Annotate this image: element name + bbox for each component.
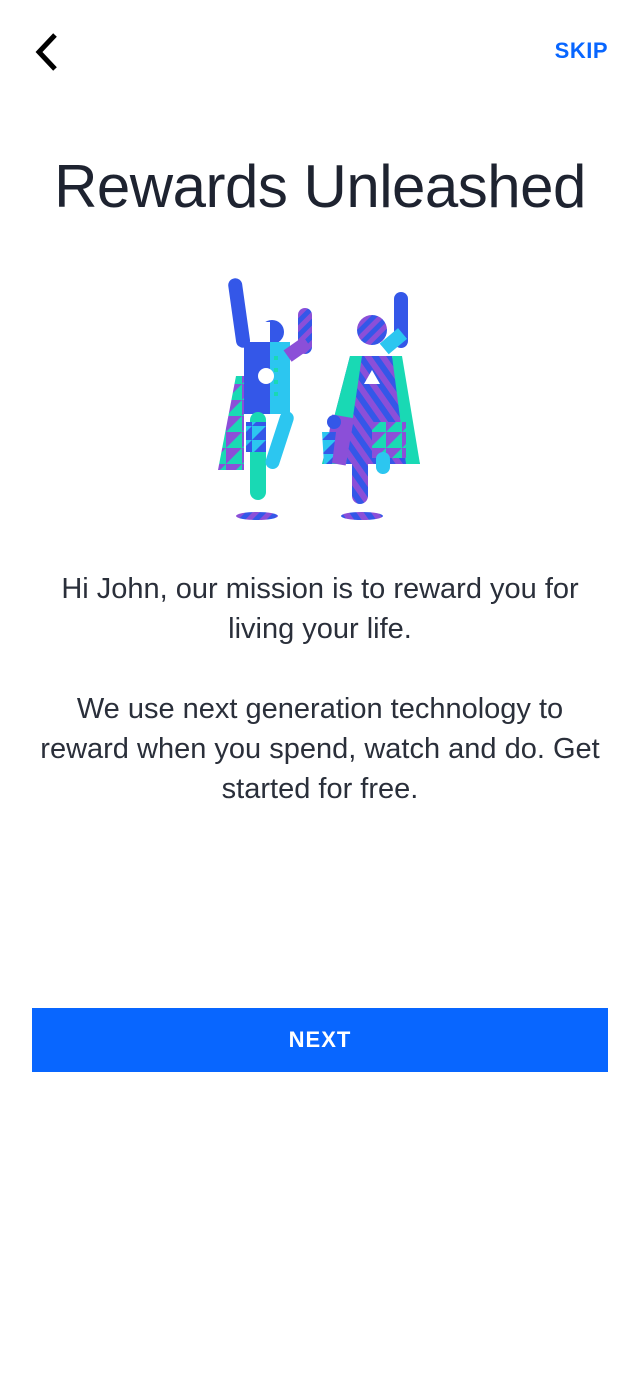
skip-button[interactable]: SKIP	[555, 38, 608, 64]
right-figure	[322, 292, 420, 520]
two-jumping-people-illustration	[218, 278, 420, 520]
next-button[interactable]: NEXT	[32, 1008, 608, 1072]
left-figure	[218, 278, 312, 520]
intro-paragraph: Hi John, our mission is to reward you fo…	[61, 573, 579, 645]
back-button[interactable]	[24, 28, 68, 76]
onboarding-screen: SKIP Rewards Unleashed Hi John, our miss…	[0, 0, 640, 1384]
description-paragraph: We use next generation technology to rew…	[40, 693, 600, 805]
page-title: Rewards Unleashed	[54, 153, 586, 220]
chevron-left-icon	[35, 33, 57, 71]
